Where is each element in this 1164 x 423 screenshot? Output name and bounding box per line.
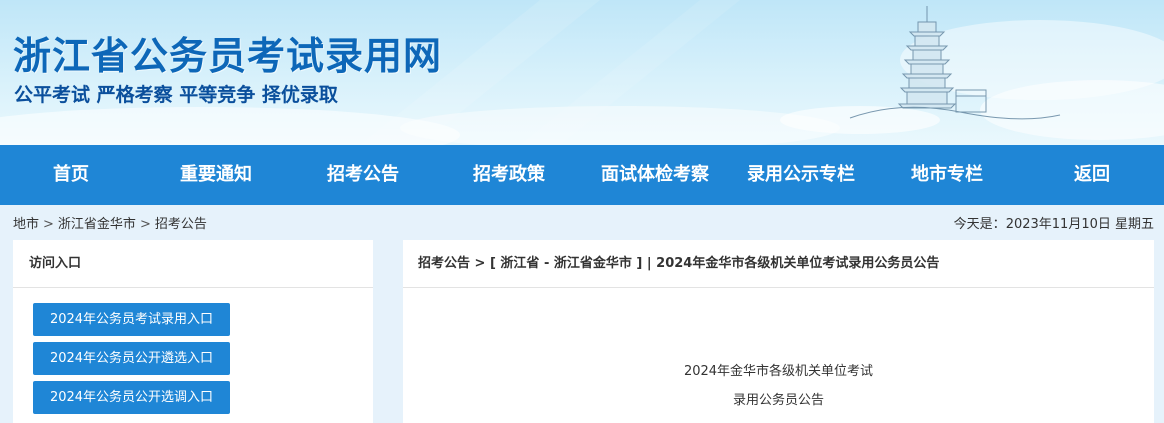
nav-item-hiring-publicity[interactable]: 录用公示专栏 — [728, 145, 874, 205]
breadcrumb-item-jinhua[interactable]: 浙江省金华市 — [58, 217, 136, 232]
article-heading-line2: 录用公务员公告 — [732, 393, 824, 408]
access-entry-panel: 访问入口 2024年公务员考试录用入口 2024年公务员公开遴选入口 2024年… — [13, 240, 373, 423]
breadcrumb-separator: > — [139, 217, 151, 232]
nav-item-recruitment-policy[interactable]: 招考政策 — [436, 145, 582, 205]
site-title: 浙江省公务员考试录用网 — [13, 34, 443, 78]
header-banner: 浙江省公务员考试录用网 公平考试 严格考察 平等竞争 择优录取 — [0, 0, 1164, 145]
entry-button-exam-recruitment[interactable]: 2024年公务员考试录用入口 — [33, 303, 230, 336]
article-path: 招考公告 > [ 浙江省 - 浙江省金华市 ] | 2024年金华市各级机关单位… — [403, 240, 1154, 288]
breadcrumb-separator: > — [43, 217, 54, 232]
panel-title: 访问入口 — [13, 240, 373, 288]
article-path-section-link[interactable]: 招考公告 — [418, 256, 470, 271]
entry-button-open-selection[interactable]: 2024年公务员公开遴选入口 — [33, 342, 230, 375]
date-value: 2023年11月10日 星期五 — [1005, 217, 1154, 232]
article-heading-line1: 2024年金华市各级机关单位考试 — [683, 364, 874, 379]
breadcrumb: 地市 > 浙江省金华市 > 招考公告 — [13, 213, 207, 232]
nav-item-interview-medical-inspection[interactable]: 面试体检考察 — [582, 145, 728, 205]
nav-item-important-notices[interactable]: 重要通知 — [142, 145, 290, 205]
nav-item-home[interactable]: 首页 — [0, 145, 142, 205]
nav-item-city-column[interactable]: 地市专栏 — [874, 145, 1020, 205]
article-path-region-link[interactable]: [ 浙江省 - 浙江省金华市 ] — [490, 256, 642, 271]
main-nav: 首页 重要通知 招考公告 招考政策 面试体检考察 录用公示专栏 地市专栏 返回 — [0, 145, 1164, 205]
date-label: 今天是： — [953, 217, 1006, 232]
breadcrumb-item-announcements[interactable]: 招考公告 — [155, 217, 207, 232]
site-slogan: 公平考试 严格考察 平等竞争 择优录取 — [14, 84, 338, 106]
article-path-separator: > — [474, 256, 490, 271]
article-panel: 招考公告 > [ 浙江省 - 浙江省金华市 ] | 2024年金华市各级机关单位… — [403, 240, 1154, 423]
nav-item-recruitment-announcements[interactable]: 招考公告 — [290, 145, 436, 205]
article-path-title: | 2024年金华市各级机关单位考试录用公务员公告 — [646, 256, 940, 271]
entry-button-open-transfer[interactable]: 2024年公务员公开选调入口 — [33, 381, 230, 414]
nav-item-back[interactable]: 返回 — [1020, 145, 1164, 205]
current-date: 今天是：2023年11月10日 星期五 — [954, 213, 1154, 232]
breadcrumb-item-city[interactable]: 地市 — [13, 217, 39, 232]
